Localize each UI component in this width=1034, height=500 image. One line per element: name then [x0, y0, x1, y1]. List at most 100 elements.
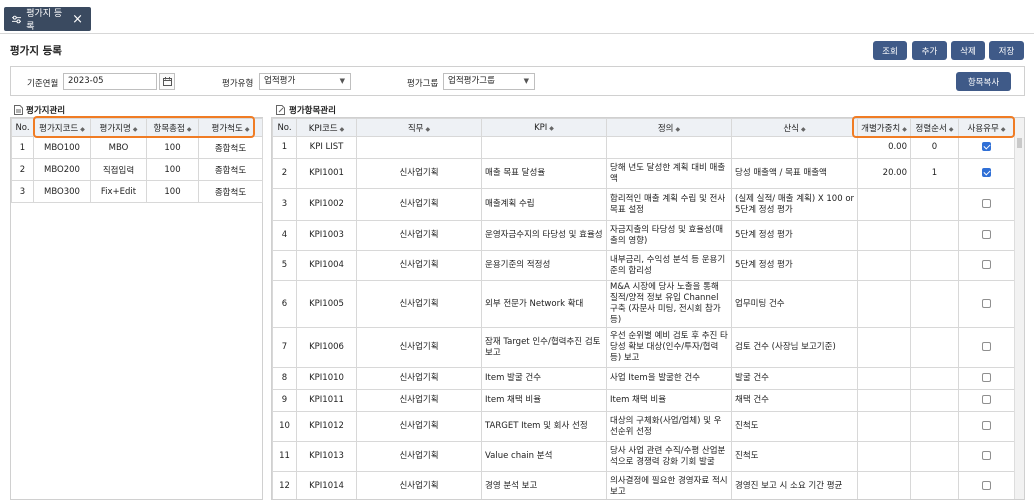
col-header-code[interactable]: 평가지코드 ◆ — [33, 118, 91, 137]
table-row[interactable]: 1 KPI LIST 0.00 0 — [272, 136, 1015, 159]
use-checkbox[interactable] — [982, 451, 991, 460]
cell-use — [958, 280, 1015, 328]
table-row[interactable]: 2 MBO200 직접입력 100 종합척도 — [11, 158, 263, 181]
use-checkbox[interactable] — [982, 342, 991, 351]
cell-def: 당사 사업 관련 수직/수평 산업분석으로 경쟁력 강화 기회 발굴 — [606, 441, 732, 472]
table-row[interactable]: 3 KPI1002 신사업기획 매출계획 수립 합리적인 매출 계획 수립 및 전사 목… — [272, 188, 1015, 221]
date-label: 기준연월 — [27, 79, 59, 89]
cell-code: KPI1011 — [296, 389, 357, 412]
cell-weight — [857, 411, 911, 442]
use-checkbox[interactable] — [982, 260, 991, 269]
group-select-value: 업적평가그룹 — [448, 76, 495, 86]
col-header-kpi[interactable]: KPI ◆ — [481, 118, 607, 137]
delete-button[interactable]: 삭제 — [951, 41, 985, 60]
cell-code: KPI1012 — [296, 411, 357, 442]
cell-no: 1 — [272, 136, 297, 159]
cell-weight — [857, 471, 911, 499]
cell-def: 자금지출의 타당성 및 효율성(매출의 영향) — [606, 220, 732, 251]
sort-icon[interactable]: ◆ — [1001, 126, 1006, 133]
table-row[interactable]: 11 KPI1013 신사업기획 Value chain 분석 당사 사업 관련 수직/… — [272, 441, 1015, 472]
sort-icon[interactable]: ◆ — [133, 126, 138, 133]
cell-kpi: Item 채택 비율 — [481, 389, 607, 412]
table-row[interactable]: 1 MBO100 MBO 100 종합척도 — [11, 136, 263, 159]
scrollbar-thumb[interactable] — [1017, 138, 1022, 148]
use-checkbox[interactable] — [982, 373, 991, 382]
tab-evaluation-form[interactable]: 평가지 등록 × — [4, 7, 91, 32]
col-header-name[interactable]: 평가지명 ◆ — [90, 118, 147, 137]
sliders-icon — [12, 15, 22, 23]
table-row[interactable]: 6 KPI1005 신사업기획 외부 전문가 Network 확대 M&A 시장에 당사… — [272, 280, 1015, 328]
cell-scale: 종합척도 — [198, 136, 263, 159]
table-row[interactable]: 3 MBO300 Fix+Edit 100 종합척도 — [11, 180, 263, 203]
cell-code: KPI1005 — [296, 280, 357, 328]
vertical-scrollbar[interactable] — [1014, 118, 1024, 499]
cell-kpi: 매출계획 수립 — [481, 188, 607, 221]
cell-job: 신사업기획 — [356, 441, 482, 472]
use-checkbox[interactable] — [982, 230, 991, 239]
cell-def: Item 채택 비율 — [606, 389, 732, 412]
type-select[interactable]: 업적평가 ▼ — [259, 73, 351, 90]
close-icon[interactable]: × — [72, 13, 83, 26]
table-row[interactable]: 7 KPI1006 신사업기획 잠재 Target 인수/협력추진 검토 보고 우선 순… — [272, 327, 1015, 368]
use-checkbox[interactable] — [982, 298, 991, 308]
col-header-weight[interactable]: 개별가중치 ◆ — [857, 118, 911, 137]
table-row[interactable]: 4 KPI1003 신사업기획 운영자금수지의 타당성 및 효율성 자금지출의 타당성 … — [272, 220, 1015, 251]
cell-code: MBO200 — [33, 158, 91, 181]
cell-no: 5 — [272, 250, 297, 281]
document-icon — [14, 105, 23, 115]
use-checkbox[interactable] — [982, 421, 991, 430]
col-header-kpi-code[interactable]: KPI코드 ◆ — [296, 118, 357, 137]
table-row[interactable]: 9 KPI1011 신사업기획 Item 채택 비율 Item 채택 비율 채택 건수 — [272, 389, 1015, 412]
col-header-order[interactable]: 정렬순서 ◆ — [910, 118, 959, 137]
sort-icon[interactable]: ◆ — [676, 126, 681, 133]
use-checkbox[interactable] — [982, 199, 991, 208]
sort-icon[interactable]: ◆ — [340, 126, 345, 133]
col-header-definition[interactable]: 정의 ◆ — [606, 118, 732, 137]
col-header-job[interactable]: 직무 ◆ — [356, 118, 482, 137]
cell-no: 12 — [272, 471, 297, 499]
cell-no: 2 — [272, 158, 297, 189]
col-header-use[interactable]: 사용유무 ◆ — [958, 118, 1015, 137]
col-header-scale[interactable]: 평가척도 ◆ — [198, 118, 263, 137]
sort-icon[interactable]: ◆ — [902, 126, 907, 133]
use-checkbox[interactable] — [982, 395, 991, 404]
sort-icon[interactable]: ◆ — [245, 126, 250, 133]
save-button[interactable]: 저장 — [989, 41, 1024, 60]
col-header-total[interactable]: 항목총점 ◆ — [146, 118, 199, 137]
cell-no: 6 — [272, 280, 297, 328]
cell-total: 100 — [146, 158, 199, 181]
table-row[interactable]: 5 KPI1004 신사업기획 운용기준의 적정성 내부금리, 수익성 분석 등 운용기… — [272, 250, 1015, 281]
table-row[interactable]: 8 KPI1010 신사업기획 Item 발굴 건수 사업 Item을 발굴한 건수 발굴… — [272, 367, 1015, 390]
sort-icon[interactable]: ◆ — [949, 126, 954, 133]
sort-icon[interactable]: ◆ — [549, 125, 554, 132]
date-field[interactable]: 2023-05 — [63, 73, 157, 90]
cell-no: 1 — [11, 136, 34, 159]
use-checkbox[interactable] — [982, 168, 991, 177]
cell-no: 9 — [272, 389, 297, 412]
use-checkbox[interactable] — [982, 481, 991, 490]
group-select[interactable]: 업적평가그룹 ▼ — [443, 73, 535, 90]
cell-kpi: TARGET Item 및 회사 선정 — [481, 411, 607, 442]
table-row[interactable]: 2 KPI1001 신사업기획 매출 목표 달성율 당해 년도 달성한 계획 대비 매출… — [272, 158, 1015, 189]
col-header-formula[interactable]: 산식 ◆ — [731, 118, 858, 137]
cell-formula: 진척도 — [731, 411, 858, 442]
search-button[interactable]: 조회 — [873, 41, 907, 60]
sort-icon[interactable]: ◆ — [426, 126, 431, 133]
copy-items-button[interactable]: 항목복사 — [956, 72, 1011, 91]
cell-no: 8 — [272, 367, 297, 390]
sort-icon[interactable]: ◆ — [80, 126, 85, 133]
sort-icon[interactable]: ◆ — [187, 126, 192, 133]
table-row[interactable]: 12 KPI1014 신사업기획 경영 분석 보고 의사결정에 필요한 경영자료 적시 … — [272, 471, 1015, 499]
cell-order — [910, 367, 959, 390]
use-checkbox[interactable] — [982, 142, 991, 151]
cell-def: 우선 순위별 예비 검토 후 추진 타당성 확보 대상(인수/투자/협력 등) … — [606, 327, 732, 368]
sort-icon[interactable]: ◆ — [801, 126, 806, 133]
cell-kpi: 운용기준의 적정성 — [481, 250, 607, 281]
cell-total: 100 — [146, 180, 199, 203]
calendar-icon[interactable] — [159, 73, 175, 90]
cell-weight: 0.00 — [857, 136, 911, 159]
cell-def: M&A 시장에 당사 노출을 통해 질적/양적 정보 유입 Channel 구축… — [606, 280, 732, 328]
cell-use — [958, 327, 1015, 368]
table-row[interactable]: 10 KPI1012 신사업기획 TARGET Item 및 회사 선정 대상의 구체화… — [272, 411, 1015, 442]
add-button[interactable]: 추가 — [912, 41, 947, 60]
